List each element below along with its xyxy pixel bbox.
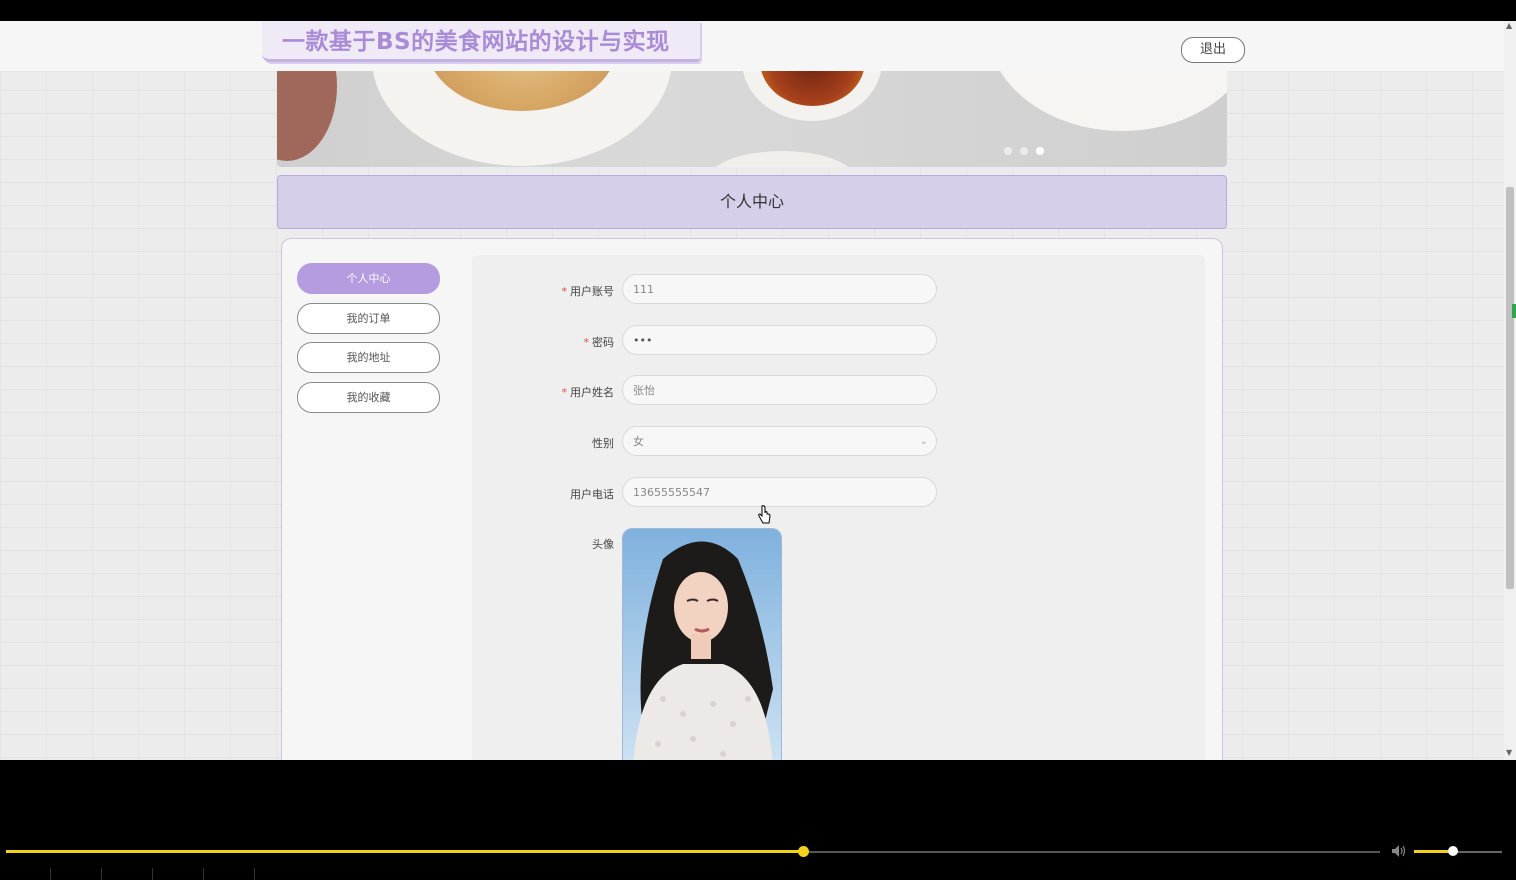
avatar-label: 头像	[592, 538, 614, 551]
gender-select[interactable]: 女 ⌄	[622, 426, 937, 456]
phone-label: 用户电话	[570, 488, 614, 501]
scrollbar-thumb[interactable]	[1506, 187, 1514, 589]
browser-viewport: 一款基于BS的美食网站的设计与实现 退出 个人中心 个人中心 我的订单 我的地址…	[0, 21, 1516, 760]
volume-handle[interactable]	[1448, 846, 1458, 856]
carousel-dot-active[interactable]	[1036, 147, 1044, 155]
banner-carousel[interactable]	[277, 71, 1227, 167]
required-mark: *	[561, 386, 568, 399]
taskbar-divider	[203, 868, 204, 880]
volume-icon[interactable]	[1391, 844, 1407, 858]
window-top-bar	[0, 0, 1516, 21]
dumpling-plate-image	[987, 71, 1227, 131]
scroll-down-icon[interactable]: ▼	[1506, 748, 1512, 757]
menu-item-addresses[interactable]: 我的地址	[297, 342, 440, 373]
logout-button[interactable]: 退出	[1181, 37, 1245, 63]
name-label: * 用户姓名	[561, 386, 615, 399]
site-header: 一款基于BS的美食网站的设计与实现 退出	[0, 21, 1504, 72]
taskbar-divider	[152, 868, 153, 880]
name-input[interactable]: 张怡	[622, 375, 937, 405]
account-input[interactable]: 111	[622, 274, 937, 304]
scroll-up-icon[interactable]: ▲	[1506, 21, 1512, 30]
menu-item-profile[interactable]: 个人中心	[297, 263, 440, 294]
chevron-down-icon: ⌄	[919, 436, 928, 447]
carousel-dot[interactable]	[1020, 147, 1028, 155]
taskbar-divider	[50, 868, 51, 880]
required-mark: *	[561, 285, 568, 298]
menu-item-favorites[interactable]: 我的收藏	[297, 382, 440, 413]
video-player-controls	[0, 760, 1516, 880]
taskbar-divider	[101, 868, 102, 880]
required-mark: *	[583, 336, 590, 349]
taskbar-divider	[254, 868, 255, 880]
progress-handle[interactable]	[798, 846, 809, 857]
section-title: 个人中心	[719, 192, 784, 211]
carousel-dot[interactable]	[1004, 147, 1012, 155]
progress-fill	[6, 850, 803, 853]
password-input[interactable]: •••	[622, 325, 937, 355]
menu-item-orders[interactable]: 我的订单	[297, 303, 440, 334]
plate-left-image	[277, 71, 337, 161]
gender-value: 女	[633, 435, 644, 448]
hand-cursor-icon	[758, 505, 771, 524]
phone-input[interactable]: 13655555547	[622, 477, 937, 507]
avatar-image[interactable]	[622, 528, 782, 760]
vertical-scrollbar[interactable]: ▲ ▼	[1504, 21, 1516, 760]
section-title-bar: 个人中心	[277, 175, 1227, 229]
account-label: * 用户账号	[561, 285, 615, 298]
password-label: * 密码	[583, 336, 615, 349]
avatar-portrait	[623, 529, 781, 760]
scroll-marker	[1512, 304, 1516, 318]
gender-label: 性别	[592, 437, 614, 450]
site-title: 一款基于BS的美食网站的设计与实现	[282, 29, 670, 55]
bottom-plate-image	[707, 151, 857, 167]
carousel-indicators	[1004, 147, 1054, 157]
